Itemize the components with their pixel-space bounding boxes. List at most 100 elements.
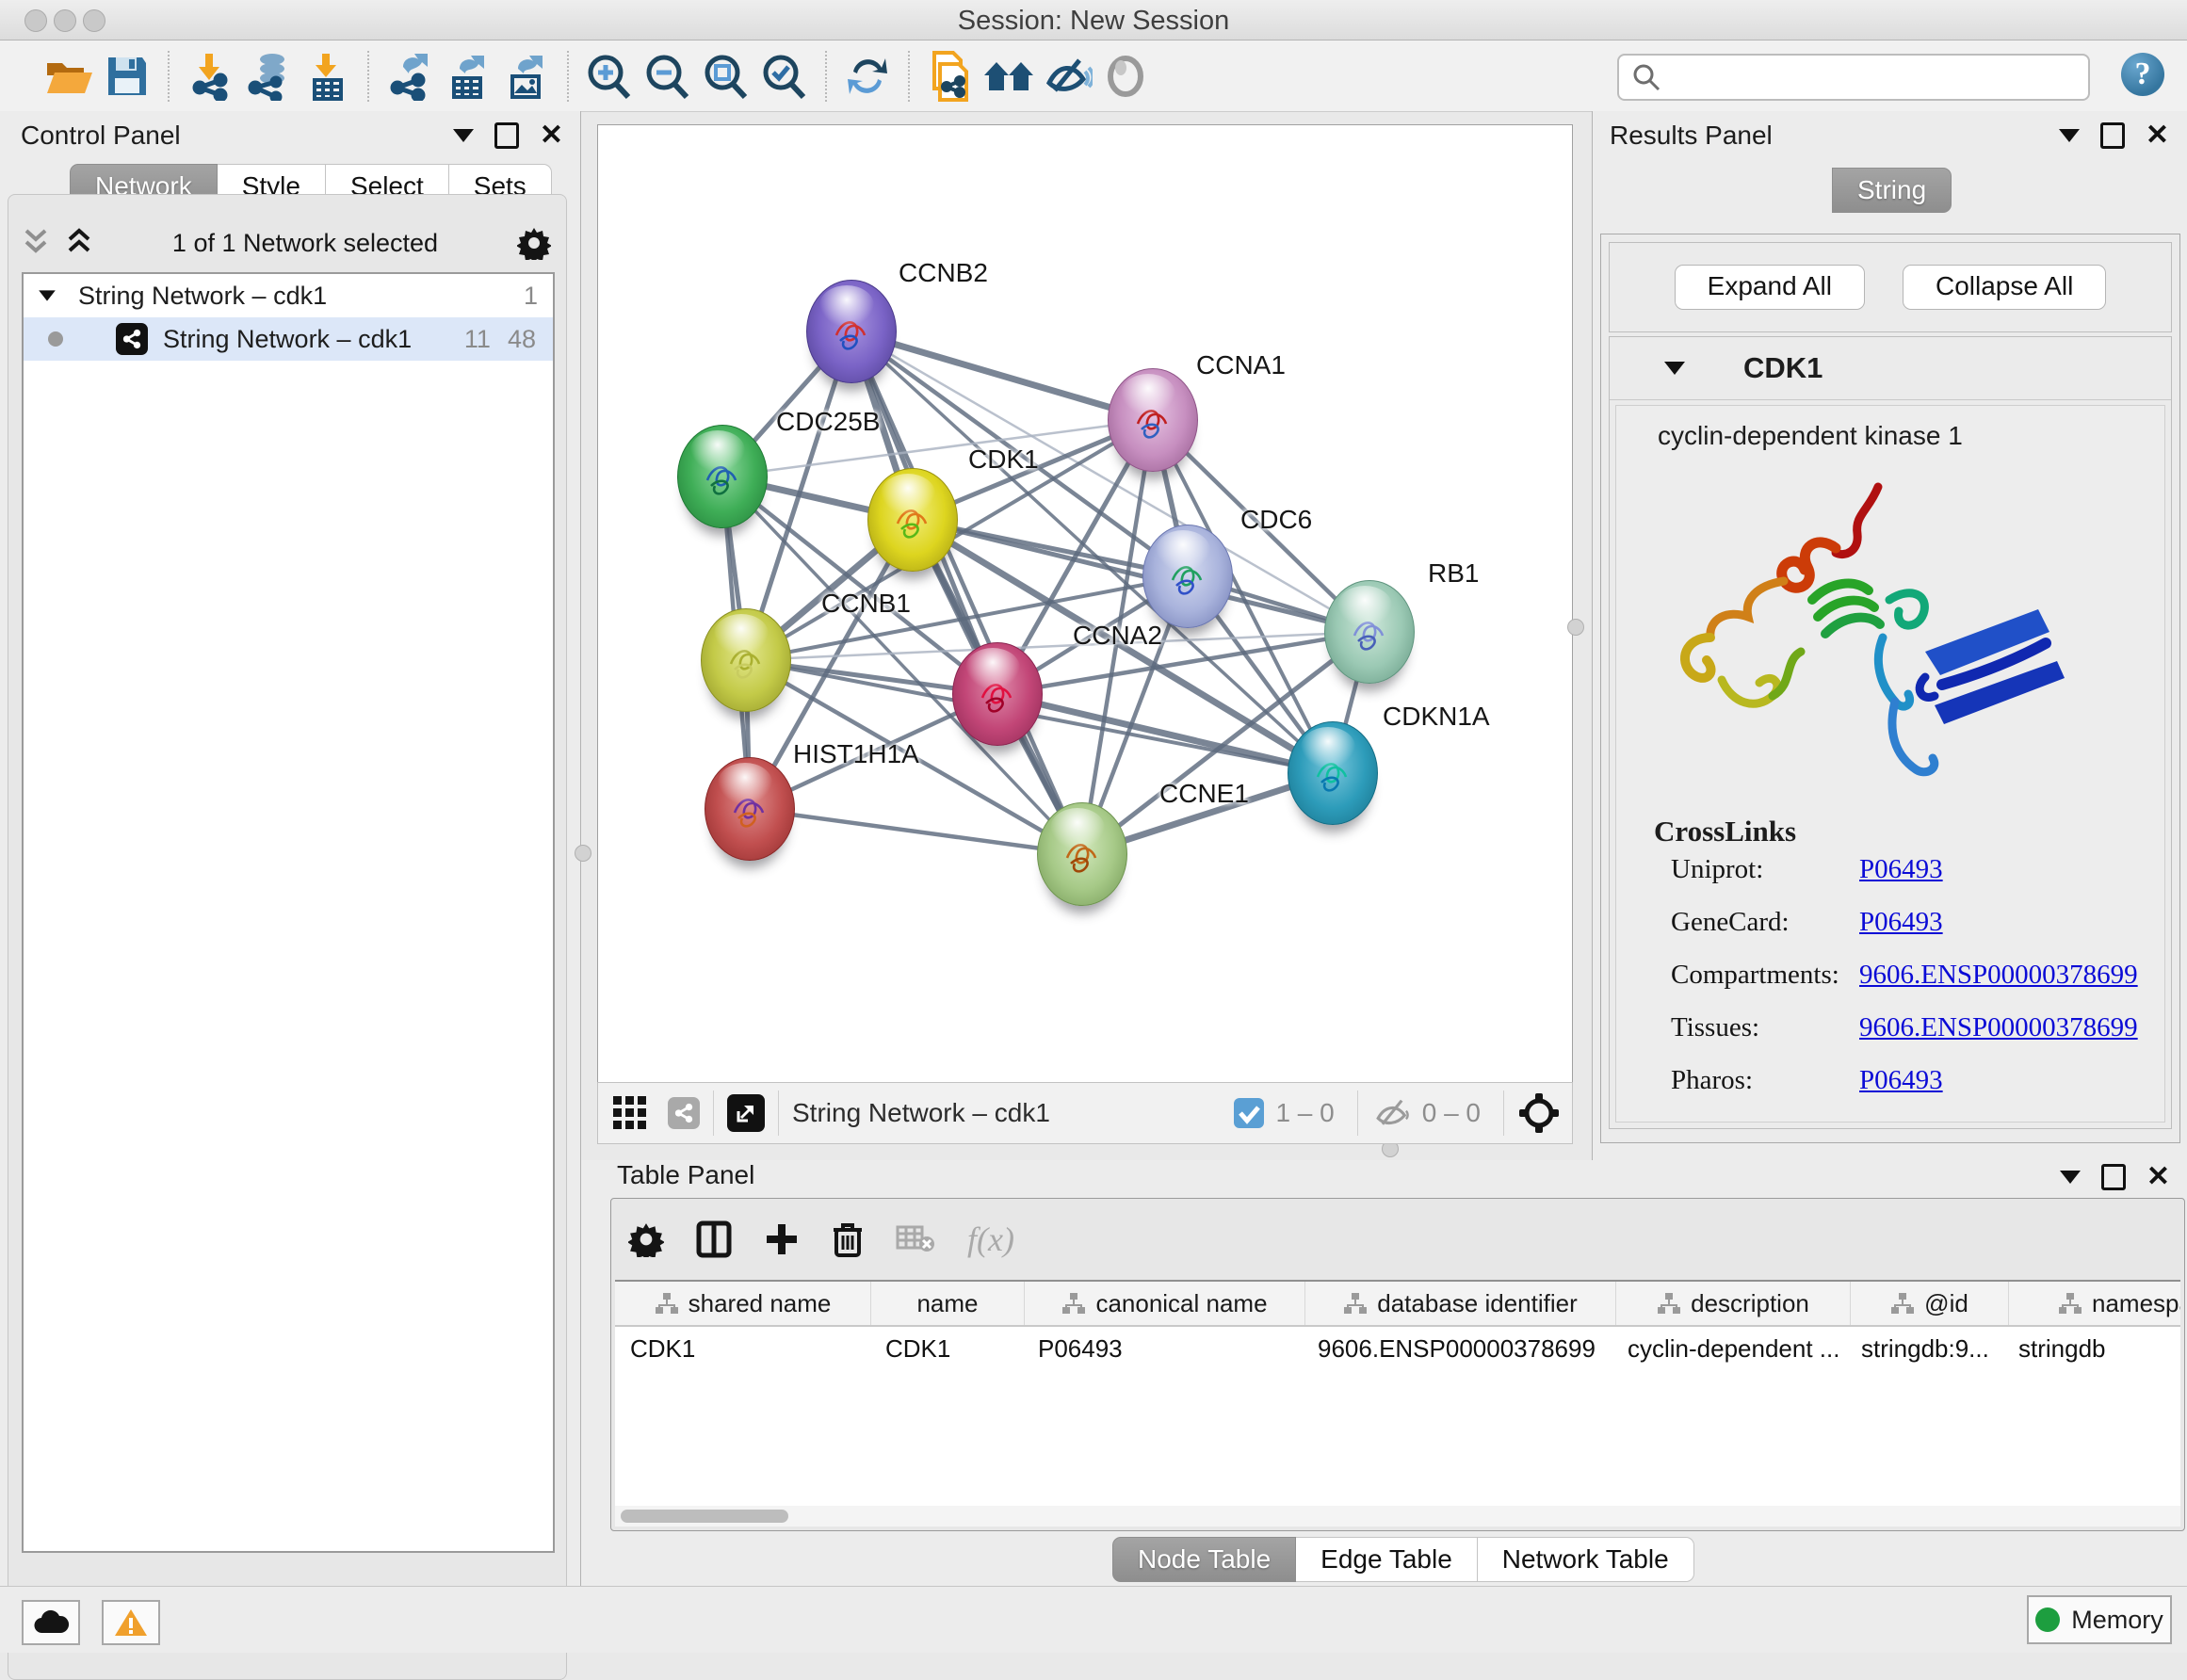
network-row[interactable]: String Network – cdk1 11 48: [24, 317, 553, 361]
select-columns-icon[interactable]: [696, 1220, 732, 1258]
add-column-icon[interactable]: [764, 1221, 800, 1257]
table-cell[interactable]: CDK1: [870, 1327, 1023, 1372]
import-table-icon: [303, 52, 350, 101]
import-network-file-button[interactable]: [181, 48, 239, 105]
import-network-database-button[interactable]: [239, 48, 298, 105]
network-canvas[interactable]: CCNB2 CCNA1 CDC25B CDK1 CDC6 RB1 CCNB1 C…: [597, 124, 1573, 1083]
protein-node-ccna2[interactable]: [952, 642, 1043, 746]
crosslink-link[interactable]: P06493: [1859, 854, 1943, 885]
table-cell[interactable]: cyclin-dependent ...: [1612, 1327, 1846, 1372]
column-header-description[interactable]: description: [1616, 1282, 1851, 1325]
zoom-selected-button[interactable]: [755, 48, 814, 105]
cloud-button[interactable]: [22, 1600, 80, 1645]
tab-node-table[interactable]: Node Table: [1112, 1537, 1296, 1582]
table-cell[interactable]: stringdb:9...: [1846, 1327, 2003, 1372]
zoom-in-button[interactable]: [580, 48, 639, 105]
table-panel: Table Panel ✕ f(x): [581, 1160, 2187, 1586]
delete-table-icon[interactable]: [896, 1223, 935, 1255]
crosslink-link[interactable]: 9606.ENSP00000378699: [1859, 960, 2138, 991]
table-cell[interactable]: P06493: [1023, 1327, 1303, 1372]
hide-selected-button[interactable]: [1038, 48, 1096, 105]
function-builder-icon[interactable]: f(x): [967, 1220, 1014, 1259]
detach-view-icon[interactable]: [727, 1094, 765, 1132]
crosslink-link[interactable]: P06493: [1859, 907, 1943, 938]
tab-string[interactable]: String: [1832, 168, 1952, 213]
network-edge[interactable]: [750, 809, 1082, 854]
refresh-button[interactable]: [838, 48, 897, 105]
warnings-button[interactable]: [102, 1600, 160, 1645]
tab-network-table[interactable]: Network Table: [1478, 1537, 1694, 1582]
table-cell[interactable]: 9606.ENSP00000378699: [1303, 1327, 1612, 1372]
protein-node-hist1h1a[interactable]: [705, 757, 795, 861]
zoom-fit-button[interactable]: [697, 48, 755, 105]
table-row[interactable]: CDK1CDK1P064939606.ENSP00000378699cyclin…: [615, 1327, 2180, 1372]
network-tab-panel: 1 of 1 Network selected String Network –…: [8, 194, 567, 1680]
export-table-button[interactable]: [439, 48, 497, 105]
birdseye-crosshair-icon[interactable]: [1517, 1091, 1561, 1135]
float-panel-icon[interactable]: [494, 122, 519, 149]
gear-icon[interactable]: [517, 226, 551, 260]
zoom-out-button[interactable]: [639, 48, 697, 105]
protein-node-ccne1[interactable]: [1037, 802, 1127, 906]
show-all-button[interactable]: [980, 48, 1038, 105]
scrollbar-thumb[interactable]: [621, 1510, 788, 1523]
save-session-button[interactable]: [98, 48, 156, 105]
export-image-button[interactable]: [497, 48, 556, 105]
close-panel-icon[interactable]: ✕: [2146, 1167, 2170, 1187]
panel-menu-icon[interactable]: [2060, 1171, 2081, 1184]
crosslink-link[interactable]: 9606.ENSP00000378699: [1859, 1012, 2138, 1043]
collection-expand-icon[interactable]: [39, 290, 56, 300]
expand-all-icon[interactable]: [65, 227, 93, 259]
collapse-all-button[interactable]: Collapse All: [1903, 265, 2106, 310]
protein-node-cdkn1a[interactable]: [1288, 721, 1378, 825]
left-splitter-handle[interactable]: [575, 845, 591, 862]
memory-button[interactable]: Memory: [2027, 1595, 2172, 1644]
delete-column-icon[interactable]: [832, 1220, 864, 1258]
network-collection-row[interactable]: String Network – cdk1 1: [24, 274, 553, 317]
column-header-name[interactable]: name: [871, 1282, 1025, 1325]
protein-node-ccnb1[interactable]: [701, 608, 791, 712]
protein-node-cdk1[interactable]: [867, 468, 958, 572]
search-input[interactable]: [1668, 58, 2088, 96]
tab-edge-table[interactable]: Edge Table: [1296, 1537, 1478, 1582]
preview-button[interactable]: [1096, 48, 1155, 105]
protein-node-cdc6[interactable]: [1142, 525, 1233, 628]
panel-menu-icon[interactable]: [2059, 129, 2080, 142]
protein-node-ccna1[interactable]: [1108, 368, 1198, 472]
selected-checkbox-icon[interactable]: [1232, 1096, 1266, 1130]
collapse-all-icon[interactable]: [22, 227, 50, 259]
protein-section-header[interactable]: CDK1: [1610, 337, 2171, 400]
close-panel-icon[interactable]: ✕: [2146, 125, 2169, 146]
column-header-canonicalname[interactable]: canonical name: [1025, 1282, 1305, 1325]
protein-node-ccnb2[interactable]: [806, 280, 897, 383]
open-file-button[interactable]: [40, 48, 98, 105]
column-header-namespac[interactable]: namespac: [2009, 1282, 2180, 1325]
help-button[interactable]: ?: [2121, 53, 2164, 96]
column-header-label: database identifier: [1377, 1289, 1577, 1318]
panel-menu-icon[interactable]: [453, 129, 474, 142]
protein-node-cdc25b[interactable]: [677, 425, 768, 528]
section-collapse-icon[interactable]: [1664, 362, 1685, 375]
network-edge[interactable]: [851, 331, 1153, 420]
expand-all-button[interactable]: Expand All: [1675, 265, 1865, 310]
clone-network-button[interactable]: [921, 48, 980, 105]
grid-view-icon[interactable]: [611, 1094, 649, 1132]
float-panel-icon[interactable]: [2100, 122, 2125, 149]
right-splitter-handle[interactable]: [1567, 619, 1584, 636]
crosslink-link[interactable]: P06493: [1859, 1065, 1943, 1096]
export-network-button[interactable]: [381, 48, 439, 105]
float-panel-icon[interactable]: [2101, 1164, 2126, 1190]
table-cell[interactable]: CDK1: [615, 1327, 870, 1372]
table-horizontal-scrollbar[interactable]: [615, 1506, 2180, 1527]
column-header-sharedname[interactable]: shared name: [615, 1282, 871, 1325]
protein-node-rb1[interactable]: [1324, 580, 1415, 684]
column-header-databaseidentifier[interactable]: database identifier: [1305, 1282, 1616, 1325]
footer-separator: [713, 1090, 714, 1136]
table-cell[interactable]: stringdb: [2003, 1327, 2180, 1372]
close-panel-icon[interactable]: ✕: [540, 125, 563, 146]
network-view-type-icon[interactable]: [668, 1097, 700, 1129]
gear-icon[interactable]: [628, 1221, 664, 1257]
import-table-button[interactable]: [298, 48, 356, 105]
column-header-id[interactable]: @id: [1851, 1282, 2009, 1325]
hidden-eye-icon[interactable]: [1371, 1096, 1413, 1130]
